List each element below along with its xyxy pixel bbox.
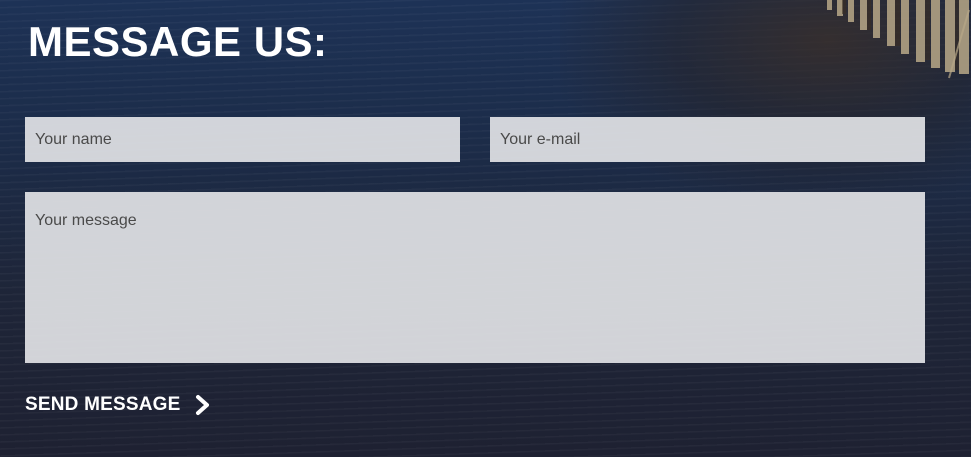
send-message-button[interactable]: SEND MESSAGE: [25, 391, 211, 419]
message-textarea[interactable]: [25, 192, 925, 363]
page-title: MESSAGE US:: [28, 18, 328, 65]
chevron-right-icon: [195, 395, 209, 415]
email-input[interactable]: [490, 117, 925, 162]
send-message-label: SEND MESSAGE: [25, 394, 181, 415]
name-input[interactable]: [25, 117, 460, 162]
pier-posts-image: [827, 0, 970, 79]
